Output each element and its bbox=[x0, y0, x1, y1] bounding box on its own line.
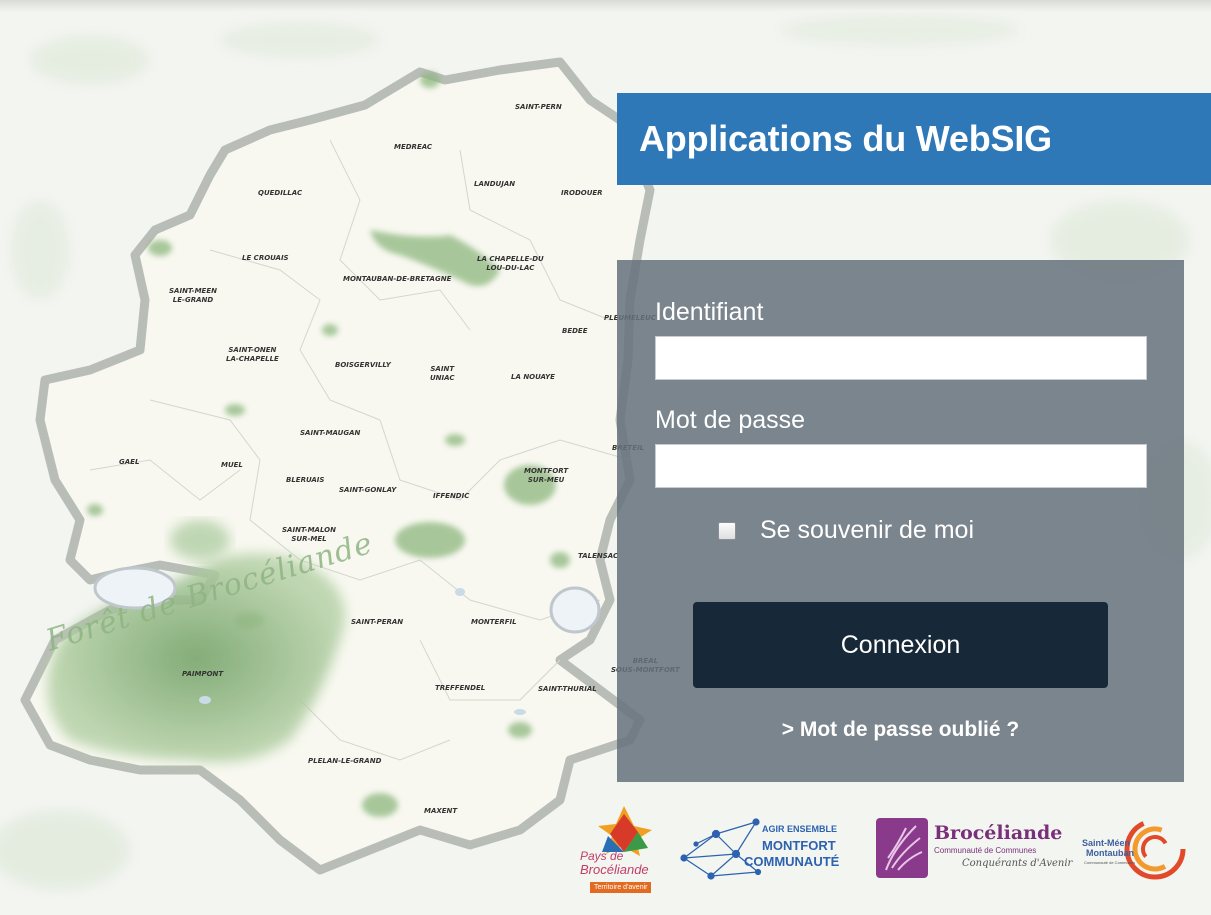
partner-logos: Pays de Brocéliande Territoire d'avenir … bbox=[572, 800, 1211, 910]
pays-broceliande-line2: Brocéliande bbox=[580, 862, 649, 877]
password-label: Mot de passe bbox=[655, 406, 806, 434]
forgot-password-link[interactable]: > Mot de passe oublié ? bbox=[617, 718, 1184, 742]
network-icon bbox=[680, 818, 762, 880]
town-label: SAINT-THURIAL bbox=[538, 685, 597, 693]
stmeen-line1: Saint-Méen bbox=[1082, 838, 1131, 848]
town-label: TALENSAC bbox=[578, 552, 619, 560]
logo-broceliande-cc[interactable]: Brocéliande Communauté de Communes Conqu… bbox=[876, 814, 1076, 884]
header-bar: Applications du WebSIG bbox=[617, 93, 1211, 185]
page-title: Applications du WebSIG bbox=[639, 118, 1052, 159]
town-label: LANDUJAN bbox=[474, 180, 516, 188]
town-label: MONTAUBAN-DE-BRETAGNE bbox=[343, 275, 452, 283]
username-label: Identifiant bbox=[655, 298, 764, 326]
town-label: BLERUAIS bbox=[286, 476, 325, 484]
logo-pays-broceliande[interactable]: Pays de Brocéliande Territoire d'avenir bbox=[572, 800, 672, 900]
lake bbox=[549, 586, 601, 634]
montfort-line1: AGIR ENSEMBLE bbox=[762, 824, 838, 834]
broceliande-sub: Communauté de Communes bbox=[934, 846, 1037, 855]
remember-me-checkbox[interactable] bbox=[718, 521, 736, 540]
logo-saint-meen-montauban[interactable]: Saint-Méen Montauban Communauté de Commu… bbox=[1080, 816, 1200, 886]
remember-me-label[interactable]: Se souvenir de moi bbox=[760, 516, 974, 545]
town-label: PAIMPONT bbox=[182, 670, 224, 678]
pays-broceliande-tag: Territoire d'avenir bbox=[590, 882, 652, 893]
login-button[interactable]: Connexion bbox=[693, 602, 1108, 688]
town-label: SAINT UNIAC bbox=[430, 365, 455, 382]
town-label: MEDREAC bbox=[394, 143, 433, 151]
town-label: LA CHAPELLE-DU LOU-DU-LAC bbox=[477, 255, 544, 272]
town-label: MUEL bbox=[221, 461, 243, 469]
town-label: SAINT-MAUGAN bbox=[300, 429, 361, 437]
top-edge-shadow bbox=[0, 0, 1211, 12]
town-label: SAINT-MALON SUR-MEL bbox=[282, 526, 336, 543]
town-label: SAINT-GONLAY bbox=[339, 486, 397, 494]
town-label: LA NOUAYE bbox=[511, 373, 555, 381]
montfort-line3: COMMUNAUTÉ bbox=[744, 854, 840, 869]
remember-me-row: Se souvenir de moi bbox=[718, 516, 974, 545]
login-panel: Identifiant Mot de passe Se souvenir de … bbox=[617, 260, 1184, 782]
town-label: IFFENDIC bbox=[433, 492, 470, 500]
logo-montfort-communaute[interactable]: AGIR ENSEMBLE MONTFORT COMMUNAUTÉ bbox=[676, 810, 866, 890]
town-label: BEDEE bbox=[562, 327, 588, 335]
forest-edge bbox=[170, 520, 230, 560]
town-label: TREFFENDEL bbox=[435, 684, 486, 692]
town-label: BOISGERVILLY bbox=[335, 361, 391, 369]
town-label: SAINT-PERAN bbox=[351, 618, 404, 626]
town-label: SAINT-MEEN LE-GRAND bbox=[169, 287, 217, 304]
town-label: GAEL bbox=[119, 458, 140, 466]
leaf-emblem-icon bbox=[876, 818, 928, 878]
town-label: SAINT-PERN bbox=[515, 103, 562, 111]
pond bbox=[514, 709, 526, 715]
broceliande-motto: Conquérants d'Avenir bbox=[962, 858, 1073, 869]
town-label: SAINT-ONEN LA-CHAPELLE bbox=[226, 346, 279, 363]
town-label: QUEDILLAC bbox=[258, 189, 303, 197]
stmeen-line3: Communauté de Communes bbox=[1084, 860, 1136, 865]
broceliande-name: Brocéliande bbox=[934, 822, 1063, 844]
pond bbox=[199, 696, 211, 704]
stmeen-line2: Montauban bbox=[1086, 848, 1134, 858]
town-label: LE CROUAIS bbox=[242, 254, 289, 262]
town-label: PLELAN-LE-GRAND bbox=[308, 757, 382, 765]
montfort-line2: MONTFORT bbox=[762, 838, 836, 853]
town-label: MONTFORT SUR-MEU bbox=[524, 467, 569, 484]
pond bbox=[455, 588, 465, 596]
password-input[interactable] bbox=[655, 444, 1147, 488]
town-label: MAXENT bbox=[424, 807, 458, 815]
town-label: MONTERFIL bbox=[471, 618, 517, 626]
username-input[interactable] bbox=[655, 336, 1147, 380]
pays-broceliande-line1: Pays de bbox=[580, 849, 624, 863]
town-label: IRODOUER bbox=[561, 189, 603, 197]
